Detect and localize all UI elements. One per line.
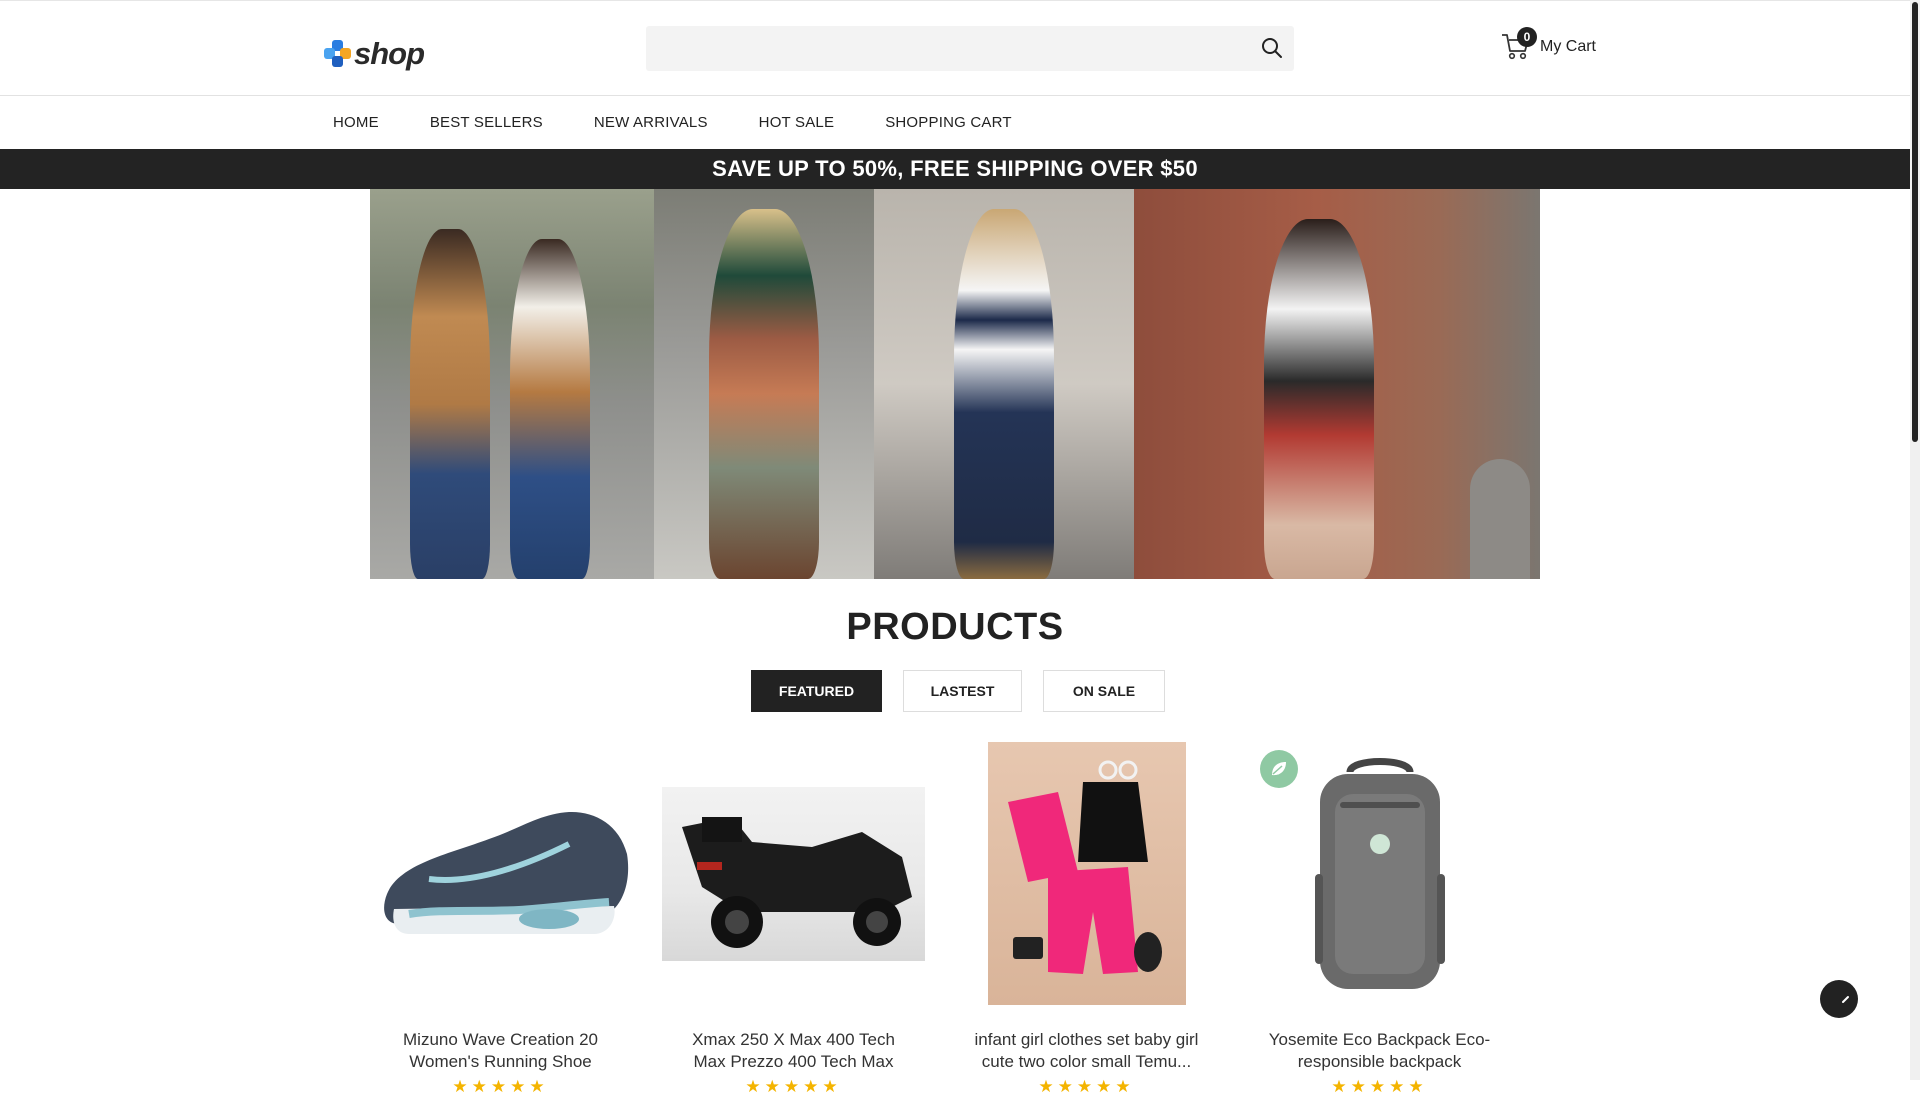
product-rating: ★★★★★ [1038, 1077, 1135, 1096]
nav-item-new-arrivals[interactable]: NEW ARRIVALS [594, 114, 708, 131]
logo-mark-icon [324, 40, 352, 68]
tab-on-sale[interactable]: ON SALE [1043, 670, 1165, 712]
banner-photo-1 [370, 189, 654, 579]
product-image[interactable] [369, 742, 632, 1005]
nav-item-home[interactable]: HOME [333, 114, 379, 131]
product-tabs: FEATURED LASTEST ON SALE [751, 670, 1165, 712]
cart-link[interactable]: 0 My Cart [1500, 27, 1596, 62]
nav-item-shopping-cart[interactable]: SHOPPING CART [885, 114, 1012, 131]
scroll-to-top-button[interactable] [1820, 980, 1858, 1018]
scooter-image [662, 786, 925, 961]
eco-leaf-icon [1260, 750, 1298, 788]
nav-item-hot-sale[interactable]: HOT SALE [759, 114, 835, 131]
site-header: shop 0 My Cart [0, 1, 1910, 96]
product-rating: ★★★★★ [452, 1077, 549, 1096]
product-card[interactable]: Mizuno Wave Creation 20 Women's Running … [369, 742, 632, 1097]
products-heading: PRODUCTS [846, 606, 1064, 648]
product-card[interactable]: Yosemite Eco Backpack Eco-responsible ba… [1248, 742, 1511, 1097]
product-image[interactable] [1248, 742, 1511, 1005]
tab-featured[interactable]: FEATURED [751, 670, 882, 712]
scrollbar-thumb[interactable] [1912, 2, 1918, 442]
product-name[interactable]: Mizuno Wave Creation 20 Women's Running … [369, 1029, 632, 1073]
product-name[interactable]: Xmax 250 X Max 400 Tech Max Prezzo 400 T… [662, 1029, 925, 1073]
site-logo[interactable]: shop [324, 36, 425, 72]
banner-photo-2 [654, 189, 874, 579]
backpack-image [1314, 757, 1445, 989]
search-icon [1262, 38, 1282, 58]
shoe-image [384, 811, 629, 934]
banner-photo-3 [874, 189, 1134, 579]
banner-photo-4 [1134, 189, 1540, 579]
search-input[interactable] [646, 26, 1258, 71]
logo-text: shop [354, 36, 425, 71]
product-rating: ★★★★★ [1331, 1077, 1428, 1096]
cart-label: My Cart [1540, 38, 1596, 55]
product-card[interactable]: infant girl clothes set baby girl cute t… [955, 742, 1218, 1097]
cart-count-badge: 0 [1517, 27, 1537, 47]
product-name[interactable]: infant girl clothes set baby girl cute t… [955, 1029, 1218, 1073]
search-bar [646, 26, 1294, 71]
chevron-up-icon [1842, 996, 1849, 1003]
search-button[interactable] [1260, 36, 1284, 60]
main-nav: HOME BEST SELLERS NEW ARRIVALS HOT SALE … [0, 96, 1910, 148]
product-image[interactable] [662, 742, 925, 1005]
promo-banner: SAVE UP TO 50%, FREE SHIPPING OVER $50 [0, 149, 1910, 189]
cart-icon: 0 [1500, 27, 1537, 62]
product-image[interactable] [955, 742, 1218, 1005]
nav-item-best-sellers[interactable]: BEST SELLERS [430, 114, 543, 131]
product-grid: Mizuno Wave Creation 20 Women's Running … [369, 742, 1511, 1097]
page-scrollbar[interactable] [1910, 0, 1920, 1080]
outfit-image [987, 742, 1186, 1005]
product-card[interactable]: Xmax 250 X Max 400 Tech Max Prezzo 400 T… [662, 742, 925, 1097]
hero-banner[interactable] [370, 189, 1540, 579]
tab-lastest[interactable]: LASTEST [903, 670, 1022, 712]
product-rating: ★★★★★ [745, 1077, 842, 1096]
product-name[interactable]: Yosemite Eco Backpack Eco-responsible ba… [1248, 1029, 1511, 1073]
